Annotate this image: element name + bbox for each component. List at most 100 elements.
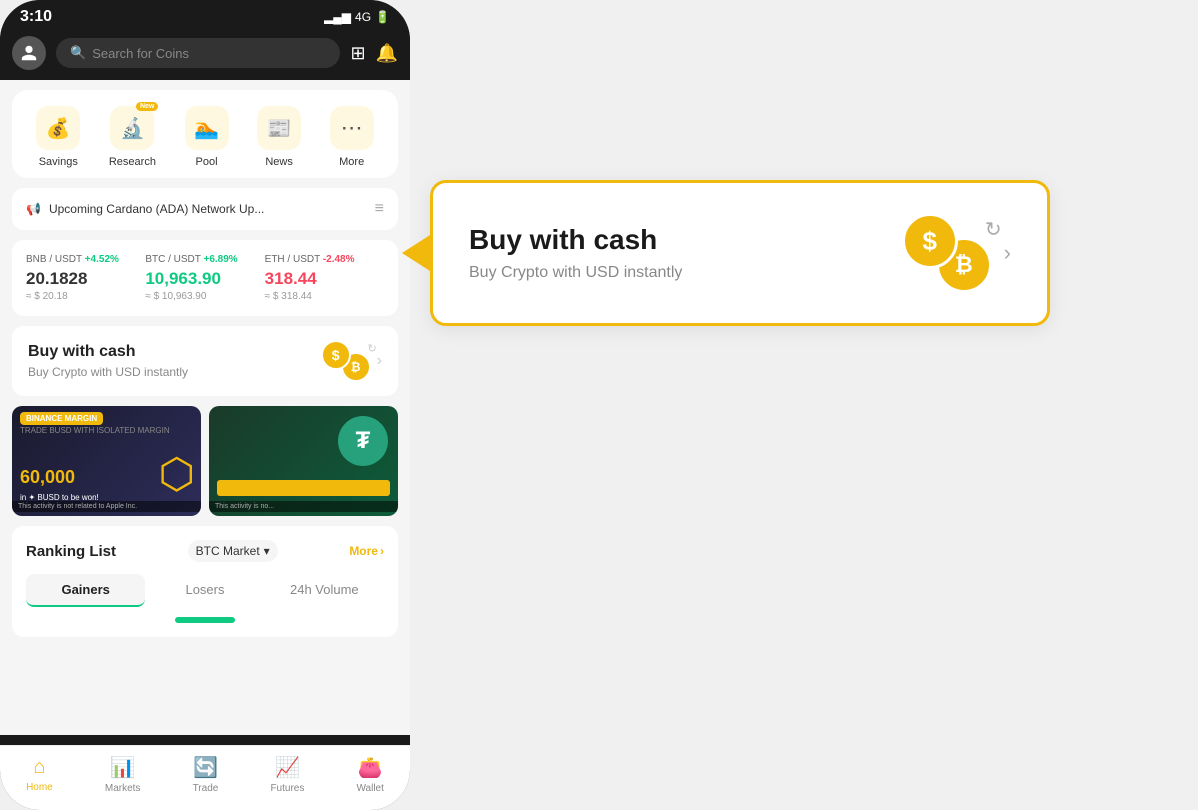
ranking-section: Ranking List BTC Market ▾ More › Gainers… (12, 526, 398, 637)
dollar-coin: $ (321, 340, 351, 370)
ranking-title: Ranking List (26, 543, 116, 560)
ranking-market-label: BTC Market (196, 544, 260, 558)
dropdown-icon: ▾ (264, 544, 270, 558)
phone-frame: 3:10 ▂▄▆ 4G 🔋 🔍 Search for Coins ⊞ 🔔 (0, 0, 410, 810)
nav-home[interactable]: ⌂ Home (26, 756, 53, 793)
battery-icon: 🔋 (375, 10, 390, 24)
buy-cash-title: Buy with cash (28, 343, 188, 361)
status-icons: ▂▄▆ 4G 🔋 (324, 10, 390, 24)
research-icon: 🔬 (120, 116, 145, 141)
callout-container: Buy with cash Buy Crypto with USD instan… (430, 180, 1050, 326)
tab-gainers[interactable]: Gainers (26, 574, 145, 607)
promo-text: TRADE BUSD WITH ISOLATED MARGIN (20, 426, 170, 435)
ticker-bnb: BNB / USDT +4.52% 20.1828 ≈ $ 20.18 (26, 254, 145, 302)
search-area: 🔍 Search for Coins ⊞ 🔔 (0, 30, 410, 80)
nav-wallet[interactable]: 👛 Wallet (356, 755, 383, 794)
eth-pair: ETH / USDT -2.48% (265, 254, 384, 265)
search-placeholder: Search for Coins (92, 46, 189, 61)
wallet-icon: 👛 (358, 755, 383, 780)
callout-refresh-icon: ↻ (985, 217, 1002, 242)
buy-cash-info: Buy with cash Buy Crypto with USD instan… (28, 343, 188, 379)
nav-research[interactable]: 🔬 New Research (109, 106, 156, 168)
network-label: 4G (355, 10, 371, 24)
markets-label: Markets (105, 783, 141, 794)
tab-24h-volume[interactable]: 24h Volume (265, 574, 384, 607)
nav-futures[interactable]: 📈 Futures (270, 755, 304, 794)
promo-badge: BINANCE MARGIN (20, 412, 103, 425)
wallet-label: Wallet (356, 783, 383, 794)
buy-cash-right: $ ₿ ↻ › (321, 340, 382, 382)
pool-icon: 🏊 (194, 116, 219, 141)
research-label: Research (109, 156, 156, 168)
bottom-nav: ⌂ Home 📊 Markets 🔄 Trade 📈 Futures 👛 Wal… (0, 745, 410, 810)
bnb-price: 20.1828 (26, 269, 145, 289)
nav-pool[interactable]: 🏊 Pool (185, 106, 229, 168)
btc-usd: ≈ $ 10,963.90 (145, 291, 264, 302)
coin-stack: $ ₿ ↻ (321, 340, 371, 382)
callout-info: Buy with cash Buy Crypto with USD instan… (469, 224, 682, 282)
savings-icon: 💰 (46, 116, 71, 141)
main-content: 💰 Savings 🔬 New Research 🏊 Pool (0, 80, 410, 735)
promo-coin-icon: ⬡ (158, 449, 195, 498)
signal-icon: ▂▄▆ (324, 10, 351, 24)
btc-price: 10,963.90 (145, 269, 264, 289)
markets-icon: 📊 (110, 755, 135, 780)
nav-more[interactable]: ⋯ More (330, 106, 374, 168)
notification-icon[interactable]: 🔔 (376, 43, 398, 64)
promo-banners: BINANCE MARGIN TRADE BUSD WITH ISOLATED … (12, 406, 398, 516)
ranking-more-label: More (349, 544, 378, 558)
callout-arrow (402, 235, 430, 271)
trade-label: Trade (193, 783, 219, 794)
announcement-bar[interactable]: 📢 Upcoming Cardano (ADA) Network Up... ≡ (12, 188, 398, 230)
chevron-right-icon: › (377, 352, 382, 370)
nav-savings[interactable]: 💰 Savings (36, 106, 80, 168)
ranking-market-selector[interactable]: BTC Market ▾ (188, 540, 278, 562)
avatar[interactable] (12, 36, 46, 70)
status-time: 3:10 (20, 8, 52, 26)
scan-icon[interactable]: ⊞ (350, 43, 365, 64)
megaphone-icon: 📢 (26, 202, 41, 216)
price-ticker: BNB / USDT +4.52% 20.1828 ≈ $ 20.18 BTC … (12, 240, 398, 316)
btc-pair: BTC / USDT +6.89% (145, 254, 264, 265)
home-label: Home (26, 782, 53, 793)
news-icon: 📰 (267, 116, 292, 141)
futures-icon: 📈 (275, 755, 300, 780)
ticker-btc: BTC / USDT +6.89% 10,963.90 ≈ $ 10,963.9… (145, 254, 264, 302)
futures-label: Futures (270, 783, 304, 794)
buy-cash-subtitle: Buy Crypto with USD instantly (28, 365, 188, 379)
bnb-pair: BNB / USDT +4.52% (26, 254, 145, 265)
callout-title: Buy with cash (469, 224, 682, 256)
promo-banner-tether[interactable]: ₮ This activity is no... (209, 406, 398, 516)
promo-disclaimer-2: This activity is no... (209, 501, 398, 512)
more-label: More (339, 156, 364, 168)
callout-coins: $ ₿ ↻ (902, 213, 992, 293)
search-bar[interactable]: 🔍 Search for Coins (56, 38, 340, 68)
savings-label: Savings (39, 156, 78, 168)
eth-usd: ≈ $ 318.44 (265, 291, 384, 302)
callout-chevron-icon: › (1004, 240, 1011, 266)
ranking-more-button[interactable]: More › (349, 544, 384, 558)
bnb-usd: ≈ $ 20.18 (26, 291, 145, 302)
ranking-header: Ranking List BTC Market ▾ More › (26, 540, 384, 562)
promo-banner-margin[interactable]: BINANCE MARGIN TRADE BUSD WITH ISOLATED … (12, 406, 201, 516)
ticker-eth: ETH / USDT -2.48% 318.44 ≈ $ 318.44 (265, 254, 384, 302)
news-label: News (265, 156, 293, 168)
nav-trade[interactable]: 🔄 Trade (193, 755, 219, 794)
ranking-tabs: Gainers Losers 24h Volume (26, 574, 384, 607)
ranking-more-chevron: › (380, 544, 384, 558)
announcement-menu-icon[interactable]: ≡ (375, 200, 384, 218)
nav-news[interactable]: 📰 News (257, 106, 301, 168)
home-icon: ⌂ (33, 756, 45, 779)
quick-nav-card: 💰 Savings 🔬 New Research 🏊 Pool (12, 90, 398, 178)
status-bar: 3:10 ▂▄▆ 4G 🔋 (0, 0, 410, 30)
tab-losers[interactable]: Losers (145, 574, 264, 607)
search-icon: 🔍 (70, 45, 86, 61)
nav-markets[interactable]: 📊 Markets (105, 755, 141, 794)
buy-cash-card[interactable]: Buy with cash Buy Crypto with USD instan… (12, 326, 398, 396)
research-badge: New (136, 102, 158, 111)
callout-card[interactable]: Buy with cash Buy Crypto with USD instan… (430, 180, 1050, 326)
promo-amount: 60,000 (20, 467, 75, 488)
more-icon: ⋯ (341, 115, 363, 141)
callout-subtitle: Buy Crypto with USD instantly (469, 264, 682, 282)
callout-dollar-coin: $ (902, 213, 958, 269)
